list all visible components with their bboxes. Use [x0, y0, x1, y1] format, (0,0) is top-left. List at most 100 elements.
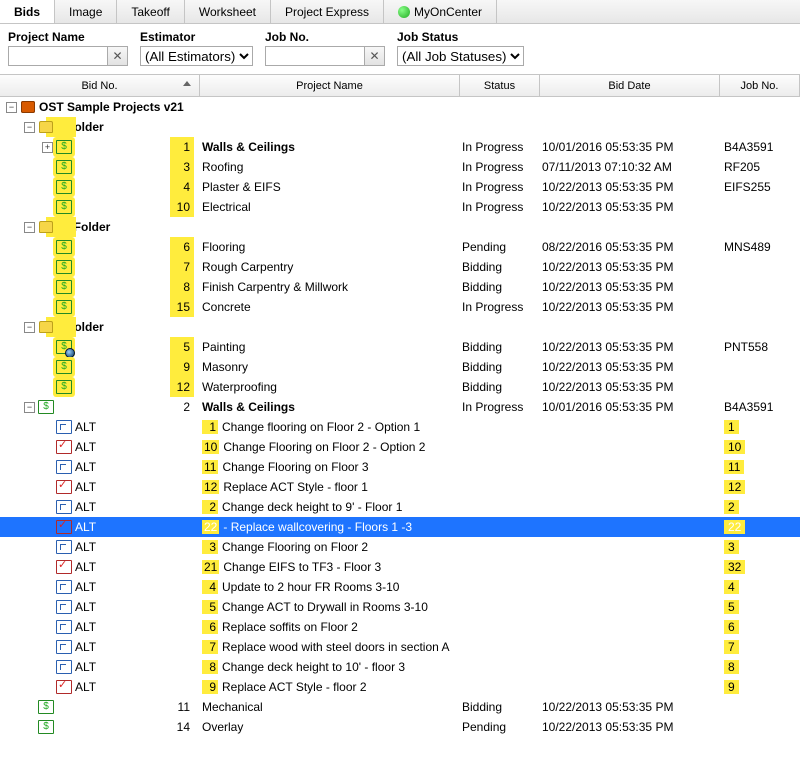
- alt-row[interactable]: ALT4 Update to 2 hour FR Rooms 3-104: [0, 577, 800, 597]
- alt-number: 7: [202, 640, 218, 654]
- expander[interactable]: −: [24, 322, 35, 333]
- expander[interactable]: −: [24, 122, 35, 133]
- expander[interactable]: +: [42, 142, 53, 153]
- expander[interactable]: −: [24, 222, 35, 233]
- job-number: 5: [724, 600, 739, 614]
- project-cell: 2 Change deck height to 9' - Floor 1: [200, 500, 460, 514]
- tab-image[interactable]: Image: [55, 0, 117, 23]
- tab-project-express[interactable]: Project Express: [271, 0, 384, 23]
- bid-row[interactable]: 11 MechanicalBidding10/22/2013 05:53:35 …: [0, 697, 800, 717]
- bid-row[interactable]: 15 ConcreteIn Progress10/22/2013 05:53:3…: [0, 297, 800, 317]
- alt-row[interactable]: ALT2 Change deck height to 9' - Floor 12: [0, 497, 800, 517]
- alt-number: 2: [202, 500, 218, 514]
- job-cell: 5: [720, 600, 800, 614]
- bid-row[interactable]: 3 RoofingIn Progress07/11/2013 07:10:32 …: [0, 157, 800, 177]
- jobstatus-select[interactable]: (All Job Statuses): [397, 46, 524, 66]
- project-name: Replace wood with steel doors in section…: [222, 640, 449, 654]
- alt-row[interactable]: ALT6 Replace soffits on Floor 26: [0, 617, 800, 637]
- tab-worksheet[interactable]: Worksheet: [185, 0, 271, 23]
- alt-number: 4: [202, 580, 218, 594]
- alt-row[interactable]: ALT7 Replace wood with steel doors in se…: [0, 637, 800, 657]
- project-name: Flooring: [202, 240, 245, 254]
- project-name: Finish Carpentry & Millwork: [202, 280, 348, 294]
- date-cell: 10/01/2016 05:53:35 PM: [540, 400, 720, 414]
- job-number: 9: [724, 680, 739, 694]
- bid-icon: [56, 280, 72, 294]
- tab-bids[interactable]: Bids: [0, 0, 55, 23]
- alt-icon: [56, 660, 72, 674]
- alt-row[interactable]: ALT9 Replace ACT Style - floor 29: [0, 677, 800, 697]
- col-date[interactable]: Bid Date: [540, 75, 720, 96]
- bid-number: 10: [170, 197, 194, 217]
- alt-number: 10: [202, 440, 219, 454]
- col-project[interactable]: Project Name: [200, 75, 460, 96]
- clear-jobno-button[interactable]: ✕: [365, 46, 385, 66]
- filter-estimator-label: Estimator: [140, 30, 253, 44]
- expander[interactable]: −: [6, 102, 17, 113]
- folder-row[interactable]: −2 Folder: [0, 317, 800, 337]
- bid-row[interactable]: 5 PaintingBidding10/22/2013 05:53:35 PMP…: [0, 337, 800, 357]
- col-bidno[interactable]: Bid No.: [0, 75, 200, 96]
- tab-takeoff[interactable]: Takeoff: [117, 0, 184, 23]
- bid-row[interactable]: 6 FlooringPending08/22/2016 05:53:35 PMM…: [0, 237, 800, 257]
- bid-row[interactable]: 7 Rough CarpentryBidding10/22/2013 05:53…: [0, 257, 800, 277]
- project-name-input[interactable]: [8, 46, 108, 66]
- project-name: Replace ACT Style - floor 1: [223, 480, 368, 494]
- bid-row[interactable]: 8 Finish Carpentry & MillworkBidding10/2…: [0, 277, 800, 297]
- alt-label: ALT: [75, 680, 96, 694]
- project-cell: 6 Replace soffits on Floor 2: [200, 620, 460, 634]
- expander[interactable]: −: [24, 402, 35, 413]
- tab-myoncenter[interactable]: MyOnCenter: [384, 0, 497, 23]
- alt-label: ALT: [75, 580, 96, 594]
- alt-row[interactable]: ALT8 Change deck height to 10' - floor 3…: [0, 657, 800, 677]
- status-cell: Bidding: [460, 380, 540, 394]
- alt-row[interactable]: ALT11 Change Flooring on Floor 311: [0, 457, 800, 477]
- bid-row[interactable]: 9 MasonryBidding10/22/2013 05:53:35 PM: [0, 357, 800, 377]
- jobno-input[interactable]: [265, 46, 365, 66]
- folder-row[interactable]: −1 Folder: [0, 117, 800, 137]
- bid-row[interactable]: −2 Walls & CeilingsIn Progress10/01/2016…: [0, 397, 800, 417]
- project-cell: 5 Change ACT to Drywall in Rooms 3-10: [200, 600, 460, 614]
- alt-row[interactable]: ALT12 Replace ACT Style - floor 112: [0, 477, 800, 497]
- project-cell: 3 Change Flooring on Floor 2: [200, 540, 460, 554]
- bid-row[interactable]: 10 ElectricalIn Progress10/22/2013 05:53…: [0, 197, 800, 217]
- expander: [24, 702, 35, 713]
- project-name: Update to 2 hour FR Rooms 3-10: [222, 580, 399, 594]
- project-cell: Overlay: [200, 720, 460, 734]
- sort-asc-icon: [183, 81, 191, 86]
- estimator-select[interactable]: (All Estimators): [140, 46, 253, 66]
- tab-label: Project Express: [285, 5, 369, 19]
- job-cell: PNT558: [720, 340, 800, 354]
- tree-grid[interactable]: −OST Sample Projects v21−1 Folder+1 Wall…: [0, 97, 800, 775]
- project-cell: 1 Change flooring on Floor 2 - Option 1: [200, 420, 460, 434]
- bid-row[interactable]: 12 WaterproofingBidding10/22/2013 05:53:…: [0, 377, 800, 397]
- job-number: 22: [724, 520, 745, 534]
- alt-icon: [56, 540, 72, 554]
- alt-row[interactable]: ALT22 - Replace wallcovering - Floors 1 …: [0, 517, 800, 537]
- job-number: MNS489: [724, 240, 771, 254]
- bid-number: 12: [170, 377, 194, 397]
- project-name: Change ACT to Drywall in Rooms 3-10: [222, 600, 428, 614]
- alt-row[interactable]: ALT21 Change EIFS to TF3 - Floor 332: [0, 557, 800, 577]
- col-status[interactable]: Status: [460, 75, 540, 96]
- root-row[interactable]: −OST Sample Projects v21: [0, 97, 800, 117]
- bid-row[interactable]: 4 Plaster & EIFSIn Progress10/22/2013 05…: [0, 177, 800, 197]
- job-number: B4A3591: [724, 140, 773, 154]
- alt-row[interactable]: ALT1 Change flooring on Floor 2 - Option…: [0, 417, 800, 437]
- alt-row[interactable]: ALT5 Change ACT to Drywall in Rooms 3-10…: [0, 597, 800, 617]
- alt-icon: [56, 600, 72, 614]
- alt-row[interactable]: ALT10 Change Flooring on Floor 2 - Optio…: [0, 437, 800, 457]
- project-name: Walls & Ceilings: [202, 140, 295, 154]
- bid-number: 3: [170, 157, 194, 177]
- col-job[interactable]: Job No.: [720, 75, 800, 96]
- alt-row[interactable]: ALT3 Change Flooring on Floor 23: [0, 537, 800, 557]
- folder-row[interactable]: −10 Folder: [0, 217, 800, 237]
- bid-row[interactable]: +1 Walls & CeilingsIn Progress10/01/2016…: [0, 137, 800, 157]
- project-name: Change deck height to 10' - floor 3: [222, 660, 405, 674]
- expander: [42, 522, 53, 533]
- project-name: Waterproofing: [202, 380, 277, 394]
- date-cell: 10/22/2013 05:53:35 PM: [540, 300, 720, 314]
- alt-icon: [56, 520, 72, 534]
- clear-project-button[interactable]: ✕: [108, 46, 128, 66]
- bid-row[interactable]: 14 OverlayPending10/22/2013 05:53:35 PM: [0, 717, 800, 737]
